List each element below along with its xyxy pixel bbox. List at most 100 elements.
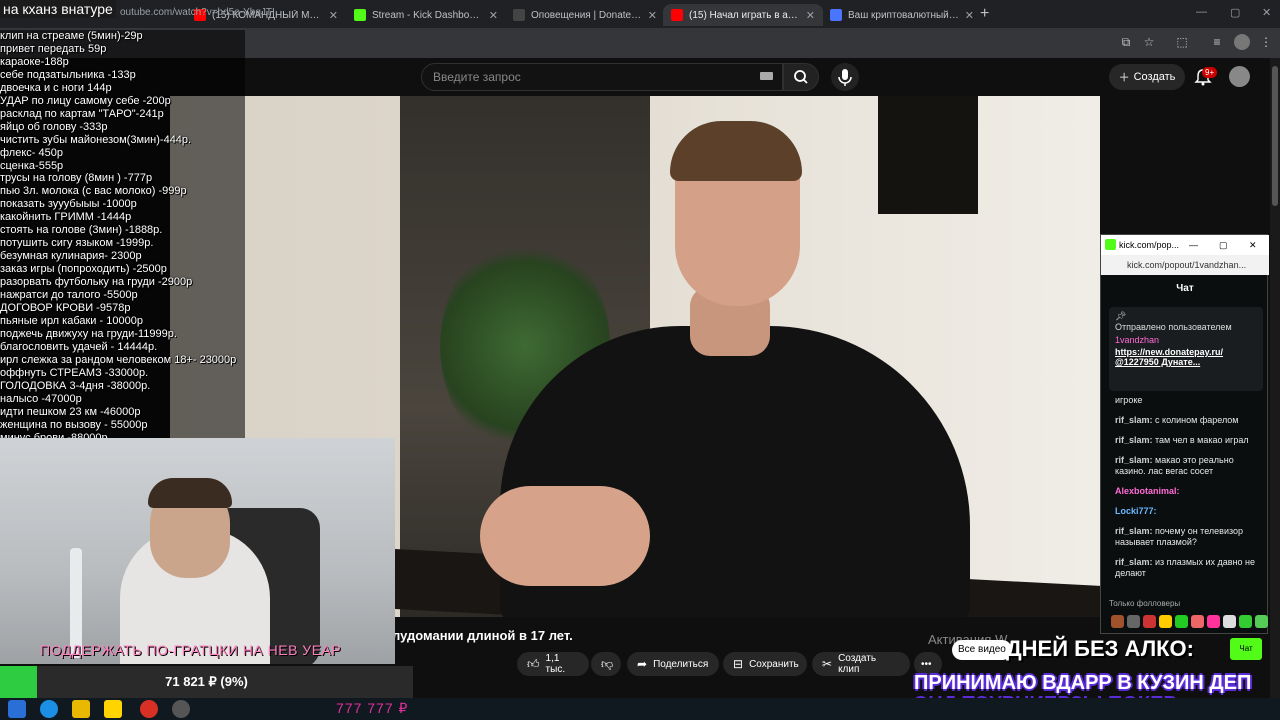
price-list-item: поджечь движуху на груди-11999р. <box>0 327 177 340</box>
mic-button[interactable] <box>831 63 859 91</box>
price-list-item: показать зууубыыы -1000р <box>0 198 137 211</box>
price-list-item: яйцо об голову -333р <box>0 120 108 133</box>
chat-username[interactable]: Alexbotanimal: <box>1115 486 1180 496</box>
folder-icon[interactable] <box>72 700 90 718</box>
days-without-alcohol-text: ДНЕЙ БЕЗ АЛКО: <box>1006 636 1194 661</box>
donation-goal-text: 71 821 ₽ (9%) <box>165 674 248 689</box>
tab-4-label: (15) Начал играть в азарт <box>689 9 800 21</box>
kick-url[interactable]: kick.com/popout/1vandzhan... <box>1101 255 1269 275</box>
pinned-link[interactable]: https://new.donatepay.ru/ @1227950 Дунат… <box>1115 347 1257 367</box>
notification-badge: 9+ <box>1202 67 1218 78</box>
emote-icon[interactable] <box>1111 615 1124 628</box>
app-icon[interactable] <box>104 700 122 718</box>
minimize-icon[interactable]: — <box>1196 6 1207 18</box>
price-list-item: себе подзатыльника -133р <box>0 68 136 81</box>
wallet-icon <box>830 9 842 21</box>
chat-message: rif_slam: почему он телевизор называет п… <box>1115 526 1265 548</box>
chat-username[interactable]: Locki777: <box>1115 506 1157 516</box>
thumb-up-icon: 👍︎ <box>527 656 540 671</box>
price-list-item: привет передать 59р <box>0 42 107 55</box>
kick-icon <box>1105 239 1116 250</box>
chat-username[interactable]: rif_slam: <box>1115 557 1155 567</box>
close-icon[interactable]: ✕ <box>489 9 498 22</box>
emote-icon[interactable] <box>1127 615 1140 628</box>
bookmark-icon: ⊟ <box>733 657 744 671</box>
media-icon[interactable]: ≡ <box>1209 34 1225 50</box>
chat-button[interactable]: Чат <box>1230 638 1262 660</box>
search-icon <box>794 70 808 84</box>
close-icon[interactable]: ✕ <box>329 9 338 22</box>
extensions-icon[interactable]: ⬚ <box>1174 34 1190 50</box>
emote-icon[interactable] <box>1255 615 1268 628</box>
plus-icon: ＋ <box>1118 72 1130 84</box>
webcam-hair <box>148 478 232 508</box>
pin-icon: 📌︎ <box>1115 311 1127 321</box>
share-button[interactable]: ➦ Поделиться <box>627 652 719 676</box>
user-avatar[interactable] <box>1229 66 1250 87</box>
save-button[interactable]: ⊟ Сохранить <box>723 652 807 676</box>
price-list-item: женщина по вызову - 55000р <box>0 418 148 431</box>
emote-icon[interactable] <box>1175 615 1188 628</box>
close-window-icon[interactable]: ✕ <box>1262 6 1271 19</box>
price-list-item: чистить зубы майонезом(3мин)-444р. <box>0 133 192 146</box>
chat-username[interactable]: rif_slam: <box>1115 435 1155 445</box>
new-tab-button[interactable]: + <box>980 5 989 23</box>
profile-avatar[interactable] <box>1234 34 1250 50</box>
like-count: 1,1 тыс. <box>545 653 566 675</box>
menu-dots-icon[interactable]: ⋮ <box>1258 34 1274 50</box>
dislike-button[interactable]: 👎︎ <box>591 652 621 676</box>
webcam-feed <box>0 438 395 664</box>
price-list-item: разорвать футбольку на груди -2900р <box>0 276 193 289</box>
obs-icon[interactable] <box>172 700 190 718</box>
edge-icon[interactable] <box>40 700 58 718</box>
more-label: ••• <box>921 658 932 670</box>
pinned-message[interactable]: 📌︎ Отправлено пользователем 1vandzhan ht… <box>1109 307 1263 391</box>
star-icon[interactable]: ☆ <box>1141 34 1157 50</box>
stream-name: на кханз внатуре <box>0 0 116 18</box>
price-list-item: безумная кулинария- 2300р <box>0 250 142 263</box>
clip-button[interactable]: ✂ Создать клип <box>812 652 910 676</box>
maximize-icon[interactable]: ▢ <box>1230 6 1240 19</box>
close-icon[interactable]: ✕ <box>1249 240 1257 251</box>
emote-bar <box>1111 615 1268 628</box>
tab-3[interactable]: Оповещения | DonatePay ✕ <box>505 4 665 26</box>
chat-username[interactable]: rif_slam: <box>1115 415 1155 425</box>
emote-icon[interactable] <box>1143 615 1156 628</box>
emote-icon[interactable] <box>1223 615 1236 628</box>
maximize-icon[interactable]: ▢ <box>1219 240 1228 251</box>
close-icon[interactable]: ✕ <box>806 9 815 22</box>
emote-icon[interactable] <box>1239 615 1252 628</box>
minimize-icon[interactable]: — <box>1189 240 1198 250</box>
tab-2[interactable]: Stream - Kick Dashboard ✕ <box>346 4 506 26</box>
close-icon[interactable]: ✕ <box>648 9 657 22</box>
chat-text: игроке <box>1115 395 1143 405</box>
tab-5[interactable]: Ваш криптовалютный кошел ✕ <box>822 4 982 26</box>
emote-icon[interactable] <box>1159 615 1172 628</box>
emote-icon[interactable] <box>1207 615 1220 628</box>
keyboard-icon[interactable] <box>760 72 773 80</box>
close-icon[interactable]: ✕ <box>965 9 974 22</box>
chrome-icon[interactable] <box>140 700 158 718</box>
create-button[interactable]: ＋ Создать <box>1109 64 1185 90</box>
search-button[interactable] <box>783 63 819 91</box>
price-list-item: потушить сигу языком -1999р. <box>0 237 154 250</box>
like-button[interactable]: 👍︎ 1,1 тыс. <box>517 652 589 676</box>
start-icon[interactable] <box>8 700 26 718</box>
chat-username[interactable]: rif_slam: <box>1115 526 1155 536</box>
emote-icon[interactable] <box>1191 615 1204 628</box>
price-list-item: сценка-555р <box>0 159 64 172</box>
chat-message: rif_slam: макао это реально казино. лас … <box>1115 455 1265 477</box>
save-label: Сохранить <box>749 658 799 670</box>
chat-username[interactable]: rif_slam: <box>1115 455 1155 465</box>
chat-message: Alexbotanimal: <box>1115 486 1265 497</box>
donatepay-icon <box>513 9 525 21</box>
tab-4-active[interactable]: (15) Начал играть в азарт ✕ <box>663 4 823 26</box>
price-list-item: флекс- 450р <box>0 146 63 159</box>
url-text[interactable]: outube.com/watch?v=bd5o-YbqJTI <box>120 7 275 18</box>
video-niche <box>878 96 978 214</box>
support-text: ПОДДЕРЖАТЬ ПО-ГРАТЦКИ НА НЕВ УЕАР <box>40 642 342 658</box>
all-videos-chip[interactable]: Все видео <box>952 640 1012 660</box>
scrollbar-thumb[interactable] <box>1272 66 1278 206</box>
mic-icon <box>838 69 852 86</box>
cast-icon[interactable]: ⧉ <box>1118 34 1134 50</box>
